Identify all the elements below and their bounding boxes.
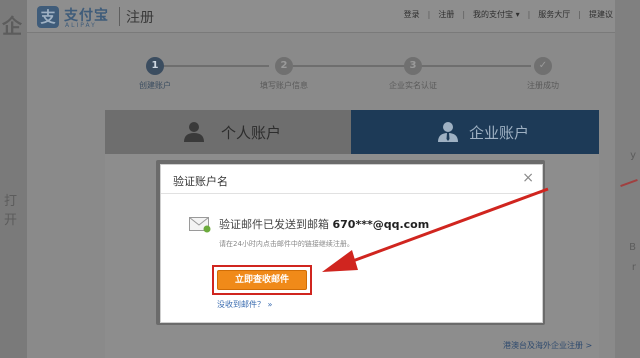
logo-divider bbox=[119, 7, 120, 26]
tab-personal-account[interactable]: 个人账户 bbox=[105, 110, 351, 154]
tab-personal-label: 个人账户 bbox=[221, 124, 282, 142]
background-right-text: y bbox=[630, 150, 636, 161]
mail-icon bbox=[189, 217, 211, 233]
step-connector bbox=[293, 65, 405, 67]
dialog-title: 验证账户名 bbox=[173, 175, 228, 188]
email-hint: 请在24小时内点击邮件中的链接继续注册。 bbox=[219, 240, 354, 248]
background-right-strip: y B r bbox=[615, 0, 640, 358]
step-connector bbox=[421, 65, 531, 67]
email-sent-message: 验证邮件已发送到邮箱 670***@qq.com bbox=[219, 216, 429, 232]
step-2-label: 填写账户信息 bbox=[260, 81, 308, 90]
email-not-received-link[interactable]: 没收到邮件？ » bbox=[217, 299, 272, 310]
background-red-mark bbox=[620, 178, 638, 188]
background-right-text: r bbox=[631, 262, 636, 273]
background-left-strip: 企 打开 bbox=[0, 0, 27, 358]
tab-enterprise-account[interactable]: 企业账户 bbox=[351, 110, 599, 154]
tab-enterprise-label: 企业账户 bbox=[469, 124, 530, 142]
overseas-registration-link[interactable]: 港澳台及海外企业注册 > bbox=[503, 340, 592, 351]
close-icon[interactable]: × bbox=[522, 170, 534, 186]
step-2-indicator: 2 bbox=[275, 57, 293, 75]
nav-my-alipay-menu[interactable]: 我的支付宝 ▾ bbox=[465, 9, 528, 20]
email-sent-text: 验证邮件已发送到邮箱 bbox=[219, 218, 329, 231]
nav-register-link[interactable]: 注册 bbox=[430, 9, 462, 20]
step-4-check-icon: ✓ bbox=[534, 57, 552, 75]
step-3-indicator: 3 bbox=[404, 57, 422, 75]
top-nav: 登录 | 注册 | 我的支付宝 ▾ | 服务大厅 | 提建议 bbox=[396, 9, 613, 20]
step-1-indicator: 1 bbox=[146, 57, 164, 75]
business-person-icon bbox=[438, 122, 458, 142]
background-left-text: 打开 bbox=[4, 194, 18, 228]
step-connector bbox=[163, 65, 269, 67]
logo-subtext: ALIPAY bbox=[65, 22, 97, 29]
step-1-label: 创建账户 bbox=[139, 81, 171, 90]
dialog-divider bbox=[161, 193, 542, 194]
person-icon bbox=[184, 122, 204, 142]
background-right-text: B bbox=[629, 242, 636, 253]
step-3-label: 企业实名认证 bbox=[389, 81, 437, 90]
email-address: 670***@qq.com bbox=[332, 218, 430, 231]
verify-account-dialog: 验证账户名 × 验证邮件已发送到邮箱 670***@qq.com 请在24小时内… bbox=[160, 164, 543, 323]
page-title: 注册 bbox=[126, 10, 154, 26]
nav-feedback-link[interactable]: 提建议 bbox=[581, 9, 613, 20]
nav-login-link[interactable]: 登录 bbox=[396, 9, 428, 20]
alipay-logo-icon[interactable]: 支 bbox=[37, 6, 59, 28]
check-email-button[interactable]: 立即查收邮件 bbox=[217, 270, 307, 290]
step-4-label: 注册成功 bbox=[527, 81, 559, 90]
top-bar: 支 支付宝 ALIPAY 注册 登录 | 注册 | 我的支付宝 ▾ | 服务大厅 | 提… bbox=[27, 0, 615, 33]
nav-service-hall-link[interactable]: 服务大厅 bbox=[530, 9, 578, 20]
background-left-text: 企 bbox=[2, 14, 22, 38]
